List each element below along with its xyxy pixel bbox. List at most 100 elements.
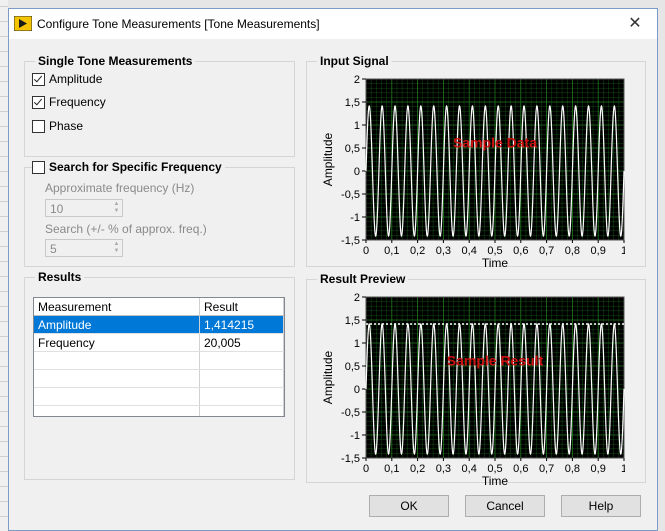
y-tick-label: -1,5 [341,453,360,465]
table-row[interactable] [34,351,284,370]
results-table[interactable]: Measurement Result Amplitude 1,414215 Fr… [33,297,285,417]
labview-icon [14,16,32,31]
x-tick-label: 0 [363,245,369,257]
single-tone-title: Single Tone Measurements [35,54,196,68]
result-cell[interactable] [199,369,284,388]
x-tick-label: 0,4 [462,245,477,257]
y-tick-label: 0,5 [345,361,360,373]
x-tick-label: 0,6 [513,245,528,257]
result-preview-graph[interactable]: 21,510,50-0,5-1-1,50 0,1 0,2 0,3 0,4 0,5 0,6 0,… [310,293,625,485]
amplitude-label: Amplitude [49,72,103,86]
spin-up-icon[interactable]: ▲ [112,201,121,208]
input-signal-graph[interactable]: 21,510,50-0,5-1-1,50 0,1 0,2 0,3 0,4 0,5 0,6 0,… [310,75,625,267]
x-tick-label: 0 [363,463,369,475]
title-bar: Configure Tone Measurements [Tone Measur… [9,9,657,39]
frequency-checkbox-row[interactable]: Frequency [32,95,106,109]
table-row[interactable] [34,369,284,388]
result-cell[interactable] [199,387,284,406]
cancel-button[interactable]: Cancel [465,495,545,517]
y-tick-label: 1 [354,120,360,132]
y-tick-label: -0,5 [341,189,360,201]
y-tick-label: 0 [354,384,360,396]
y-tick-label: -0,5 [341,407,360,419]
result-column-header[interactable]: Result [199,298,284,316]
x-tick-label: 0,4 [462,463,477,475]
y-tick-label: 0 [354,166,360,178]
y-tick-label: 0,5 [345,143,360,155]
x-tick-label: 0,7 [539,463,554,475]
measurement-column-header[interactable]: Measurement [34,298,200,316]
x-tick-label: 0,3 [436,463,451,475]
y-tick-label: 1,5 [345,97,360,109]
approx-frequency-spinner[interactable]: ▲ ▼ [112,201,121,215]
result-cell[interactable]: 20,005 [199,333,284,352]
close-button[interactable]: ✕ [613,9,657,39]
y-axis-label: Amplitude [321,351,335,405]
spin-down-icon[interactable]: ▼ [112,248,121,255]
x-tick-label: 0,6 [513,463,528,475]
table-row[interactable]: Frequency 20,005 [34,333,284,352]
x-tick-label: 0,9 [591,245,606,257]
x-tick-label: 0,1 [384,245,399,257]
x-tick-label: 0,8 [565,463,580,475]
table-row[interactable] [34,405,284,416]
measurement-cell[interactable]: Frequency [34,333,200,352]
help-button[interactable]: Help [561,495,641,517]
y-axis-label: Amplitude [321,133,335,187]
input-signal-title: Input Signal [317,54,392,68]
x-axis-label: Time [482,256,509,267]
measurement-cell[interactable]: Amplitude [34,315,200,334]
measurement-cell[interactable] [34,351,200,370]
y-tick-label: 1 [354,338,360,350]
search-label: Search for Specific Frequency [49,160,222,174]
search-checkbox-row[interactable]: Search for Specific Frequency [32,160,225,174]
measurement-cell[interactable] [34,369,200,388]
search-checkbox[interactable] [32,160,45,174]
frequency-checkbox[interactable] [32,95,45,109]
y-tick-label: 2 [354,75,360,86]
spin-down-icon[interactable]: ▼ [112,208,121,215]
search-range-value: 5 [50,242,57,256]
result-cell[interactable] [199,405,284,416]
close-icon: ✕ [628,15,642,32]
results-header-row: Measurement Result [34,298,284,316]
x-tick-label: 1 [621,463,625,475]
ok-button[interactable]: OK [369,495,449,517]
window-title: Configure Tone Measurements [Tone Measur… [37,17,320,31]
approx-frequency-input[interactable]: 10 ▲ ▼ [45,199,123,217]
x-tick-label: 0,7 [539,245,554,257]
y-tick-label: 1,5 [345,315,360,327]
sample-overlay-text: Sample Data [453,135,537,151]
frequency-label: Frequency [49,95,106,109]
search-range-input[interactable]: 5 ▲ ▼ [45,239,123,257]
amplitude-checkbox-row[interactable]: Amplitude [32,72,102,86]
y-tick-label: -1,5 [341,235,360,247]
dialog-window: Configure Tone Measurements [Tone Measur… [8,8,658,531]
x-tick-label: 0,3 [436,245,451,257]
approx-frequency-value: 10 [50,202,64,216]
y-tick-label: -1 [350,212,360,224]
approx-frequency-label: Approximate frequency (Hz) [45,181,195,195]
x-tick-label: 0,9 [591,463,606,475]
measurement-cell[interactable] [34,405,200,416]
y-tick-label: 2 [354,293,360,304]
table-row[interactable]: Amplitude 1,414215 [34,315,284,334]
spin-up-icon[interactable]: ▲ [112,241,121,248]
amplitude-checkbox[interactable] [32,72,45,86]
result-cell[interactable]: 1,414215 [199,315,284,334]
measurement-cell[interactable] [34,387,200,406]
phase-checkbox-row[interactable]: Phase [32,119,83,133]
table-row[interactable] [34,387,284,406]
results-title: Results [35,270,85,284]
x-tick-label: 0,8 [565,245,580,257]
phase-checkbox[interactable] [32,119,45,133]
sample-overlay-text: Sample Result [447,353,544,369]
search-range-spinner[interactable]: ▲ ▼ [112,241,121,255]
search-range-label: Search (+/- % of approx. freq.) [45,222,207,236]
x-tick-label: 0,2 [410,463,425,475]
background-strip [0,0,8,531]
phase-label: Phase [49,119,84,133]
result-cell[interactable] [199,351,284,370]
x-tick-label: 0,1 [384,463,399,475]
y-tick-label: -1 [350,430,360,442]
